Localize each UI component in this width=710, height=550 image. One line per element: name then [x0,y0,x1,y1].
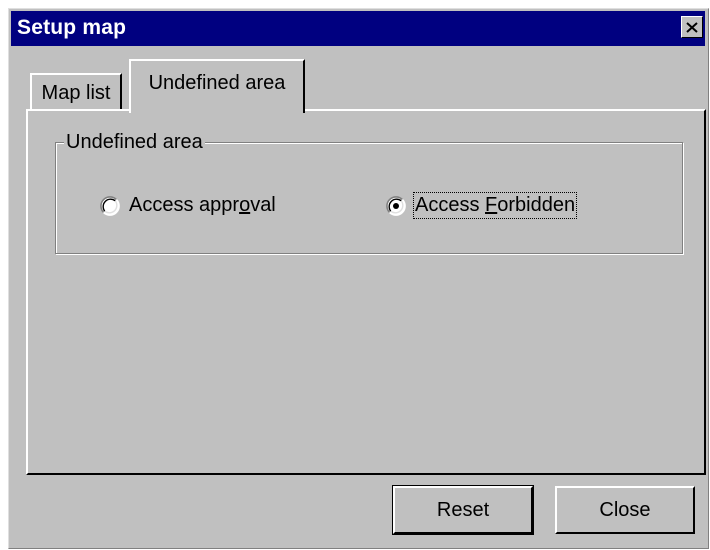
tab-undefined-area[interactable]: Undefined area [129,59,305,113]
radio-access-forbidden[interactable]: Access Forbidden [386,192,578,219]
reset-button[interactable]: Reset [392,485,534,535]
radio-unchecked-icon [100,195,120,216]
window-close-button[interactable] [681,16,703,38]
tab-undefined-area-label: Undefined area [148,71,286,94]
tab-panel: Undefined area Access approval Access Fo… [26,109,706,475]
radio-checked-icon [386,195,406,216]
radio-access-approval-label: Access approval [129,194,276,216]
window-title: Setup map [17,16,127,39]
tab-map-list-label: Map list [41,81,111,104]
close-button[interactable]: Close [555,486,695,534]
radio-access-forbidden-label: Access Forbidden [412,192,578,219]
setup-map-dialog: Setup map Map list Undefined area Undefi… [8,8,709,549]
title-bar: Setup map [11,11,705,46]
group-legend: Undefined area [64,130,205,154]
tab-map-list[interactable]: Map list [30,73,122,111]
close-icon [686,21,698,33]
undefined-area-group: Undefined area Access approval Access Fo… [55,130,683,254]
radio-access-approval[interactable]: Access approval [100,194,276,217]
